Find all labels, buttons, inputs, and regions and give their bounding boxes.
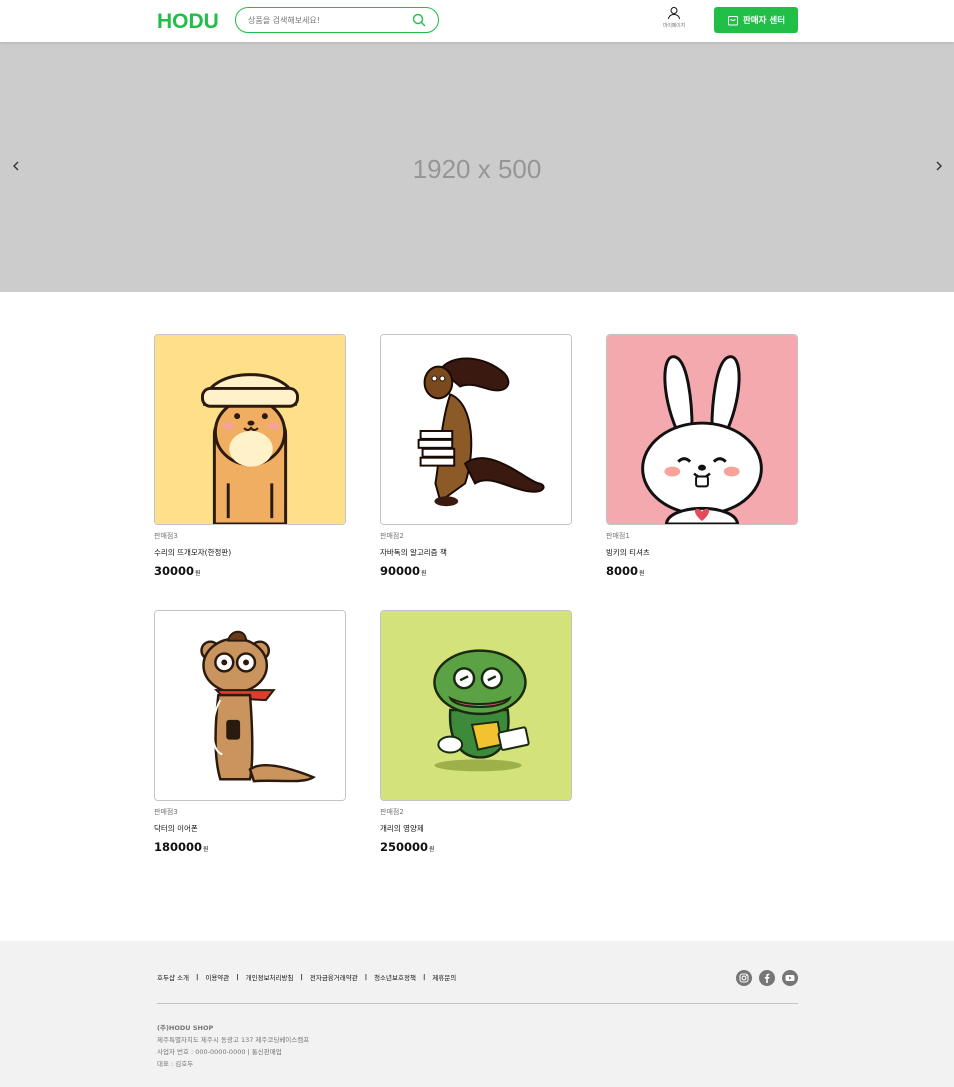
price-value: 180000 [154,840,203,854]
product-card[interactable]: 판매점1 빙키의 티셔츠 8000원 [606,334,798,578]
rabbit-tshirt-illustration [607,335,797,524]
product-image[interactable] [380,334,572,525]
shopping-bag-icon [727,16,738,26]
footer-link-terms[interactable]: 이용약관 [205,972,229,982]
search-icon[interactable] [412,13,426,27]
business-number: 사업자 번호 : 000-0000-0000 | 통신판매업 [157,1048,282,1056]
price-value: 90000 [380,564,421,578]
footer-link-partnership[interactable]: 제휴문의 [432,972,456,982]
mypage-label: 마이페이지 [662,23,685,29]
product-price: 8000원 [606,564,798,578]
footer-link-about[interactable]: 호두샵 소개 [157,972,189,982]
price-unit: 원 [639,570,645,577]
product-store: 판매점3 [154,808,178,816]
product-price: 90000원 [380,564,572,578]
price-value: 30000 [154,564,195,578]
chevron-left-icon[interactable] [9,159,23,173]
footer-separator: | [195,973,199,981]
price-unit: 원 [195,570,201,577]
frog-supplement-illustration [381,611,571,800]
product-image[interactable] [606,334,798,525]
footer-links: 호두샵 소개 | 이용약관 | 개인정보처리방침 | 전자금융거래약관 | 청소… [157,972,456,982]
search-input[interactable] [248,12,408,28]
instagram-icon[interactable] [736,970,752,986]
product-store: 판매점2 [380,532,404,540]
product-image[interactable] [154,334,346,525]
mypage-button[interactable]: 마이페이지 [656,6,692,29]
product-price: 30000원 [154,564,346,578]
product-name: 개리의 영양제 [380,824,424,833]
company-name: (주)HODU SHOP [157,1024,214,1032]
banner-placeholder-text: 1920 x 500 [412,154,542,184]
chevron-right-icon[interactable] [932,159,946,173]
otter-beanie-illustration [155,335,345,524]
footer: 호두샵 소개 | 이용약관 | 개인정보처리방침 | 전자금융거래약관 | 청소… [0,941,954,1087]
header: HODU 마이페이지 판매자 센터 [0,0,954,42]
footer-link-youth-policy[interactable]: 청소년보호정책 [374,972,416,982]
price-value: 250000 [380,840,429,854]
price-unit: 원 [421,570,427,577]
price-value: 8000 [606,564,639,578]
user-icon [668,7,680,20]
product-price: 250000원 [380,840,572,854]
footer-divider [157,1003,798,1004]
company-address: 제주특별자치도 제주시 동광고 137 제주코딩베이스캠프 [157,1036,310,1044]
youtube-icon[interactable] [782,970,798,986]
svg-text:HODU: HODU [157,10,219,31]
footer-separator: | [236,973,239,981]
product-card[interactable]: 판매점3 닥터의 이어폰 180000원 [154,610,346,854]
search-bar[interactable] [235,7,439,33]
seller-center-label: 판매자 센터 [742,16,786,26]
product-card[interactable]: 판매점3 수리의 뜨개모자(한정판) 30000원 [154,334,346,578]
product-name: 빙키의 티셔츠 [606,548,650,557]
product-image[interactable] [154,610,346,801]
product-name: 수리의 뜨개모자(한정판) [154,548,232,557]
footer-separator: | [422,973,426,981]
price-unit: 원 [203,846,209,853]
footer-separator: | [300,973,303,981]
footer-link-finance-terms[interactable]: 전자금융거래약관 [310,972,358,982]
product-card[interactable]: 판매점2 자바독의 알고리즘 책 90000원 [380,334,572,578]
product-store: 판매점2 [380,808,404,816]
product-name: 닥터의 이어폰 [154,824,198,833]
banner-carousel: 1920 x 500 [0,42,954,292]
footer-separator: | [364,973,368,981]
dog-books-illustration [381,335,571,524]
product-price: 180000원 [154,840,346,854]
ceo-name: 대표 : 김호두 [157,1060,194,1068]
price-unit: 원 [429,846,435,853]
product-store: 판매점1 [606,532,630,540]
footer-link-privacy[interactable]: 개인정보처리방침 [246,972,294,982]
product-image[interactable] [380,610,572,801]
company-info: (주)HODU SHOP 제주특별자치도 제주시 동광고 137 제주코딩베이스… [157,1022,309,1070]
product-store: 판매점3 [154,532,178,540]
facebook-icon[interactable] [759,970,775,986]
hodu-logo[interactable]: HODU [157,9,221,31]
seller-center-button[interactable]: 판매자 센터 [714,7,798,33]
doctor-earphone-illustration [155,611,345,800]
product-name: 자바독의 알고리즘 책 [380,548,447,557]
product-card[interactable]: 판매점2 개리의 영양제 250000원 [380,610,572,854]
